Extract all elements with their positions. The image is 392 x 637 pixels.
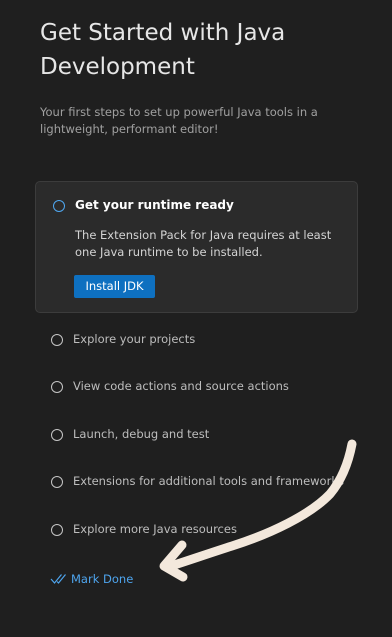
page-description: Your first steps to set up powerful Java… (40, 105, 318, 136)
mark-done-link[interactable]: Mark Done (50, 569, 133, 589)
step-item-java-resources[interactable]: Explore more Java resources (40, 515, 350, 545)
step-title: Get your runtime ready (75, 198, 234, 212)
step-item-launch-debug-test[interactable]: Launch, debug and test (40, 420, 350, 450)
page-title: Get Started with Java Development (40, 20, 286, 80)
step-status-circle-icon (51, 334, 63, 346)
step-item-extensions[interactable]: Extensions for additional tools and fram… (40, 467, 350, 497)
step-description: The Extension Pack for Java requires at … (75, 228, 332, 259)
arrow-shaft (163, 439, 357, 572)
arrow-head (159, 540, 188, 582)
step-item-explore-projects[interactable]: Explore your projects (40, 325, 350, 355)
mark-done-label: Mark Done (71, 572, 134, 586)
walkthrough-page: Get Started with Java Development Your f… (0, 0, 392, 637)
step-label: Launch, debug and test (73, 427, 210, 441)
install-jdk-button[interactable]: Install JDK (74, 275, 155, 298)
step-label: Explore more Java resources (73, 522, 237, 536)
step-label: Extensions for additional tools and fram… (73, 474, 344, 488)
step-label: Explore your projects (73, 332, 196, 346)
step-card-runtime[interactable]: Get your runtime ready The Extension Pac… (35, 181, 358, 313)
step-status-circle-icon (51, 524, 63, 536)
step-status-circle-icon (51, 429, 63, 441)
step-item-code-actions[interactable]: View code actions and source actions (40, 372, 350, 402)
step-status-circle-icon (51, 381, 63, 393)
step-status-circle-icon (51, 476, 63, 488)
step-status-circle-icon (53, 200, 65, 212)
step-label: View code actions and source actions (73, 379, 289, 393)
check-all-icon (50, 574, 66, 584)
